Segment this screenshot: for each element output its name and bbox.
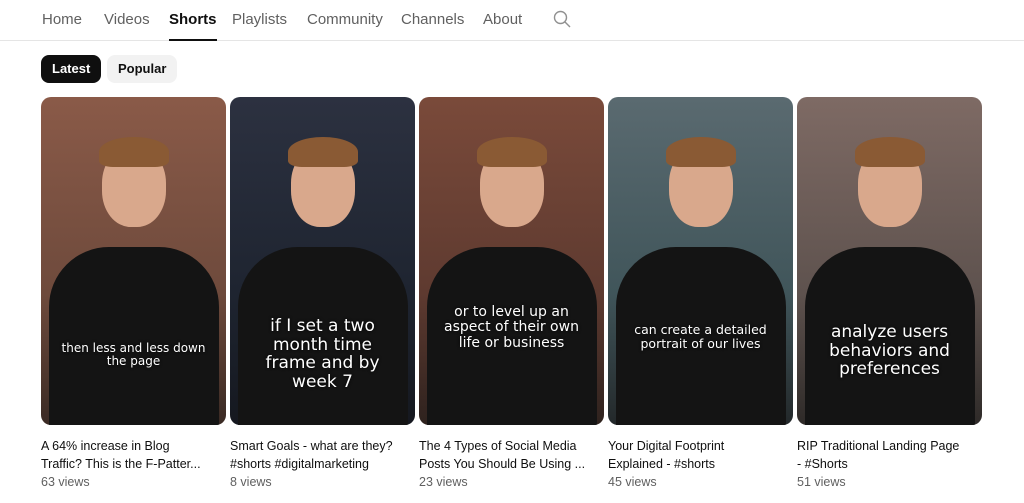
view-count: 23 views	[419, 475, 468, 489]
tab-channels[interactable]: Channels	[401, 11, 464, 41]
short-thumbnail[interactable]: can create a detailed portrait of our li…	[608, 97, 793, 425]
person-shirt	[48, 247, 219, 425]
person-hair	[665, 137, 736, 167]
view-count: 45 views	[608, 475, 657, 489]
tab-shorts[interactable]: Shorts	[169, 11, 217, 41]
short-caption: can create a detailed portrait of our li…	[634, 322, 767, 351]
view-count: 63 views	[41, 475, 90, 489]
short-caption: if I set a two month time frame and by w…	[265, 316, 380, 393]
short-title[interactable]: Your Digital Footprint Explained - #short…	[608, 437, 793, 473]
title-line: #shorts #digitalmarketing	[230, 457, 369, 471]
view-count: 8 views	[230, 475, 272, 489]
short-thumbnail[interactable]: analyze users behaviors and preferences	[797, 97, 982, 425]
search-icon[interactable]	[553, 10, 571, 28]
short-title[interactable]: A 64% increase in Blog Traffic? This is t…	[41, 437, 226, 473]
person-hair	[287, 137, 358, 167]
title-line: - #Shorts	[797, 457, 848, 471]
chip-popular[interactable]: Popular	[107, 55, 178, 83]
short-thumbnail[interactable]: or to level up an aspect of their own li…	[419, 97, 604, 425]
tab-videos[interactable]: Videos	[104, 11, 150, 41]
title-line: Posts You Should Be Using ...	[419, 457, 586, 471]
view-count: 51 views	[797, 475, 846, 489]
short-caption: analyze users behaviors and preferences	[829, 322, 950, 380]
title-line: Explained - #shorts	[608, 457, 716, 471]
channel-tabs: Home Videos Shorts Playlists Community C…	[0, 0, 1024, 41]
person-hair	[98, 137, 169, 167]
title-line: Traffic? This is the F-Patter...	[41, 457, 201, 471]
tab-home[interactable]: Home	[42, 11, 82, 41]
title-line: RIP Traditional Landing Page	[797, 439, 960, 453]
short-title[interactable]: The 4 Types of Social Media Posts You Sho…	[419, 437, 604, 473]
title-line: The 4 Types of Social Media	[419, 439, 577, 453]
tab-community[interactable]: Community	[307, 11, 383, 41]
tab-playlists[interactable]: Playlists	[232, 11, 287, 41]
short-thumbnail[interactable]: if I set a two month time frame and by w…	[230, 97, 415, 425]
person-hair	[854, 137, 925, 167]
tab-about[interactable]: About	[483, 11, 522, 41]
person-hair	[476, 137, 547, 167]
short-title[interactable]: Smart Goals - what are they? #shorts #dig…	[230, 437, 415, 473]
title-line: A 64% increase in Blog	[41, 439, 170, 453]
short-caption: then less and less down the page	[61, 341, 206, 369]
title-line: Your Digital Footprint	[608, 439, 725, 453]
title-line: Smart Goals - what are they?	[230, 439, 393, 453]
chip-latest[interactable]: Latest	[41, 55, 102, 83]
short-thumbnail[interactable]: then less and less down the page	[41, 97, 226, 425]
short-title[interactable]: RIP Traditional Landing Page - #Shorts	[797, 437, 982, 473]
short-caption: or to level up an aspect of their own li…	[444, 304, 579, 351]
